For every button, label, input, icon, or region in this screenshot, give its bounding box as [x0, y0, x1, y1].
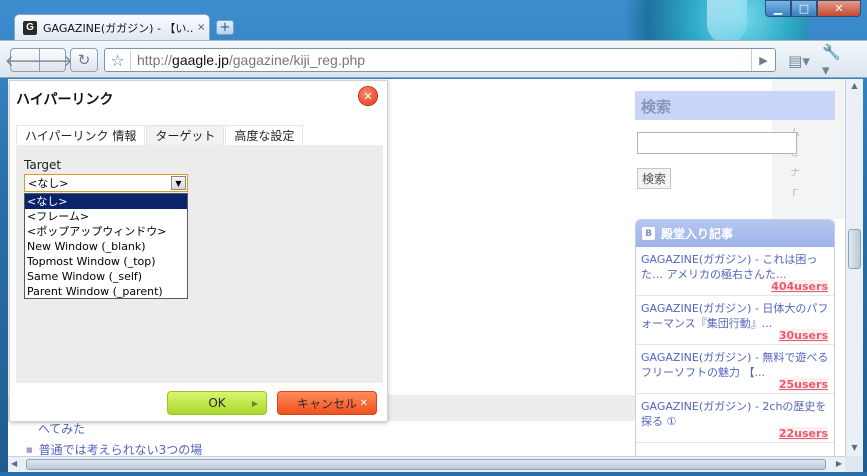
entry-users-link[interactable]: 25users: [778, 378, 828, 391]
scroll-right-icon[interactable]: ▶: [836, 459, 842, 468]
target-select[interactable]: <なし> ▼: [24, 174, 188, 192]
reload-icon: ↻: [77, 51, 91, 69]
entry-users-link[interactable]: 30users: [778, 329, 828, 342]
bookmark-star-icon[interactable]: ☆: [105, 50, 131, 70]
tab-advanced[interactable]: 高度な設定: [225, 125, 304, 145]
hall-of-fame-heading: B 殿堂入り記事: [636, 220, 834, 247]
browser-tab[interactable]: G GAGAZINE(ガガジン) - 【い... ×: [14, 14, 210, 40]
scroll-up-icon[interactable]: ▲: [849, 81, 860, 92]
ok-button[interactable]: OK ▶: [167, 391, 267, 415]
sidebar-vertical-text: ロムこナΓ: [790, 108, 800, 199]
page-link-text[interactable]: へてみた: [38, 420, 85, 437]
target-option[interactable]: Same Window (_self): [25, 269, 187, 284]
target-option[interactable]: <フレーム>: [25, 209, 187, 224]
entry-users-link[interactable]: 22users: [778, 427, 828, 440]
browser-toolbar: 🡐 🡒 ↻ ☆ http://gaagle.jp/gagazine/kiji_r…: [0, 40, 867, 79]
scrollbar-corner: [845, 456, 863, 472]
target-select-value: <なし>: [28, 177, 69, 190]
target-option[interactable]: New Window (_blank): [25, 239, 187, 254]
new-tab-button[interactable]: +: [216, 20, 234, 35]
tab-title: GAGAZINE(ガガジン) - 【い...: [43, 21, 193, 35]
url-host: gaagle.jp: [172, 52, 229, 68]
dialog-tabs: ハイパーリンク 情報 ターゲット 高度な設定: [16, 125, 304, 145]
horizontal-scrollbar[interactable]: ◀ ▶: [8, 456, 845, 472]
dialog-title: ハイパーリンク: [16, 92, 114, 108]
list-item: GAGAZINE(ガガジン) - 日体大のパフォーマンス『集団行動』... 30…: [636, 296, 834, 345]
entry-title-link[interactable]: GAGAZINE(ガガジン) - 日体大のパフォーマンス『集団行動』...: [641, 301, 829, 331]
hall-of-fame-title: 殿堂入り記事: [661, 227, 734, 241]
target-label: Target: [24, 158, 62, 172]
reload-button[interactable]: ↻: [70, 48, 98, 72]
maximize-button[interactable]: □: [791, 0, 817, 17]
minimize-button[interactable]: ▁: [765, 0, 791, 17]
forward-button[interactable]: 🡒: [32, 48, 73, 72]
entry-title-link[interactable]: GAGAZINE(ガガジン) - 無料で遊べるフリーソフトの魅力 【...: [641, 350, 829, 380]
tab-link-info[interactable]: ハイパーリンク 情報: [16, 125, 146, 145]
close-icon: ✕: [359, 397, 368, 409]
wrench-menu-icon[interactable]: 🔧▾: [822, 43, 848, 79]
dialog-body: Target <なし> ▼ <なし> <フレーム> <ポップアップウィンドウ> …: [16, 145, 383, 383]
url-path: /gagazine/kiji_reg.php: [228, 52, 366, 68]
list-item: GAGAZINE(ガガジン) - 無料で遊べるフリーソフトの魅力 【... 25…: [636, 345, 834, 394]
target-option[interactable]: Parent Window (_parent): [25, 284, 187, 299]
scroll-down-icon[interactable]: ▼: [849, 443, 860, 454]
scroll-left-icon[interactable]: ◀: [11, 459, 17, 468]
go-arrow-icon[interactable]: ▶: [751, 49, 775, 71]
vertical-scrollbar[interactable]: ▲ ▼: [845, 79, 863, 456]
target-option[interactable]: <ポップアップウィンドウ>: [25, 224, 187, 239]
page-content: へてみた 普通では考えられない3つの場 ロムこナΓ 検索 検索 B 殿堂入り記事…: [8, 79, 845, 456]
arrow-right-icon: ▶: [251, 398, 258, 408]
browser-window: G GAGAZINE(ガガジン) - 【い... × + ▁ □ ✕ 🡐 🡒 ↻…: [0, 0, 867, 476]
cancel-button[interactable]: キャンセル ✕: [277, 391, 377, 415]
entry-users-link[interactable]: 404users: [771, 280, 828, 293]
list-item: GAGAZINE(ガガジン) - 2chの歴史を探る ① 22users: [636, 394, 834, 443]
target-option[interactable]: <なし>: [25, 194, 187, 209]
vertical-scroll-thumb[interactable]: [848, 229, 861, 269]
hyperlink-dialog: ハイパーリンク ✕ ハイパーリンク 情報 ターゲット 高度な設定 Target …: [9, 80, 388, 422]
window-bottom-border: [0, 472, 867, 476]
dialog-close-icon[interactable]: ✕: [359, 87, 377, 105]
hall-of-fame-box: B 殿堂入り記事 GAGAZINE(ガガジン) - これは困った… アメリカの極…: [635, 219, 835, 456]
tab-close-icon[interactable]: ×: [197, 22, 205, 33]
tab-target[interactable]: ターゲット: [146, 125, 225, 145]
window-controls: ▁ □ ✕: [765, 0, 861, 17]
address-bar[interactable]: ☆ http://gaagle.jp/gagazine/kiji_reg.php…: [104, 48, 776, 72]
entry-title-link[interactable]: GAGAZINE(ガガジン) - これは困った… アメリカの極右さんた...: [641, 252, 829, 282]
close-window-button[interactable]: ✕: [817, 0, 861, 17]
horizontal-scroll-thumb[interactable]: [26, 459, 826, 470]
list-item: GAGAZINE(ガガジン) - これは困った… アメリカの極右さんた... 4…: [636, 247, 834, 296]
list-item[interactable]: 普通では考えられない3つの場: [26, 441, 203, 456]
url-text[interactable]: http://gaagle.jp/gagazine/kiji_reg.php: [131, 52, 365, 68]
favicon-icon: G: [23, 20, 37, 35]
sidebar-search-button[interactable]: 検索: [637, 168, 671, 189]
chevron-down-icon[interactable]: ▼: [171, 176, 186, 190]
theme-artwork-highlight: [707, 0, 747, 44]
cancel-button-label: キャンセル: [296, 396, 357, 411]
ok-button-label: OK: [208, 396, 226, 410]
forward-arrow-icon: 🡒: [32, 51, 73, 70]
entry-title-link[interactable]: GAGAZINE(ガガジン) - 2chの歴史を探る ①: [641, 399, 829, 429]
hatena-bookmark-icon: B: [642, 227, 655, 240]
page-menu-icon[interactable]: ▤▾: [786, 51, 812, 71]
target-dropdown-list: <なし> <フレーム> <ポップアップウィンドウ> New Window (_b…: [24, 193, 188, 299]
dialog-footer: OK ▶ キャンセル ✕: [16, 383, 383, 421]
target-option[interactable]: Topmost Window (_top): [25, 254, 187, 269]
sidebar-search-heading: 検索: [635, 91, 835, 120]
url-prefix: http://: [137, 52, 173, 68]
sidebar-search-input[interactable]: [637, 132, 797, 154]
